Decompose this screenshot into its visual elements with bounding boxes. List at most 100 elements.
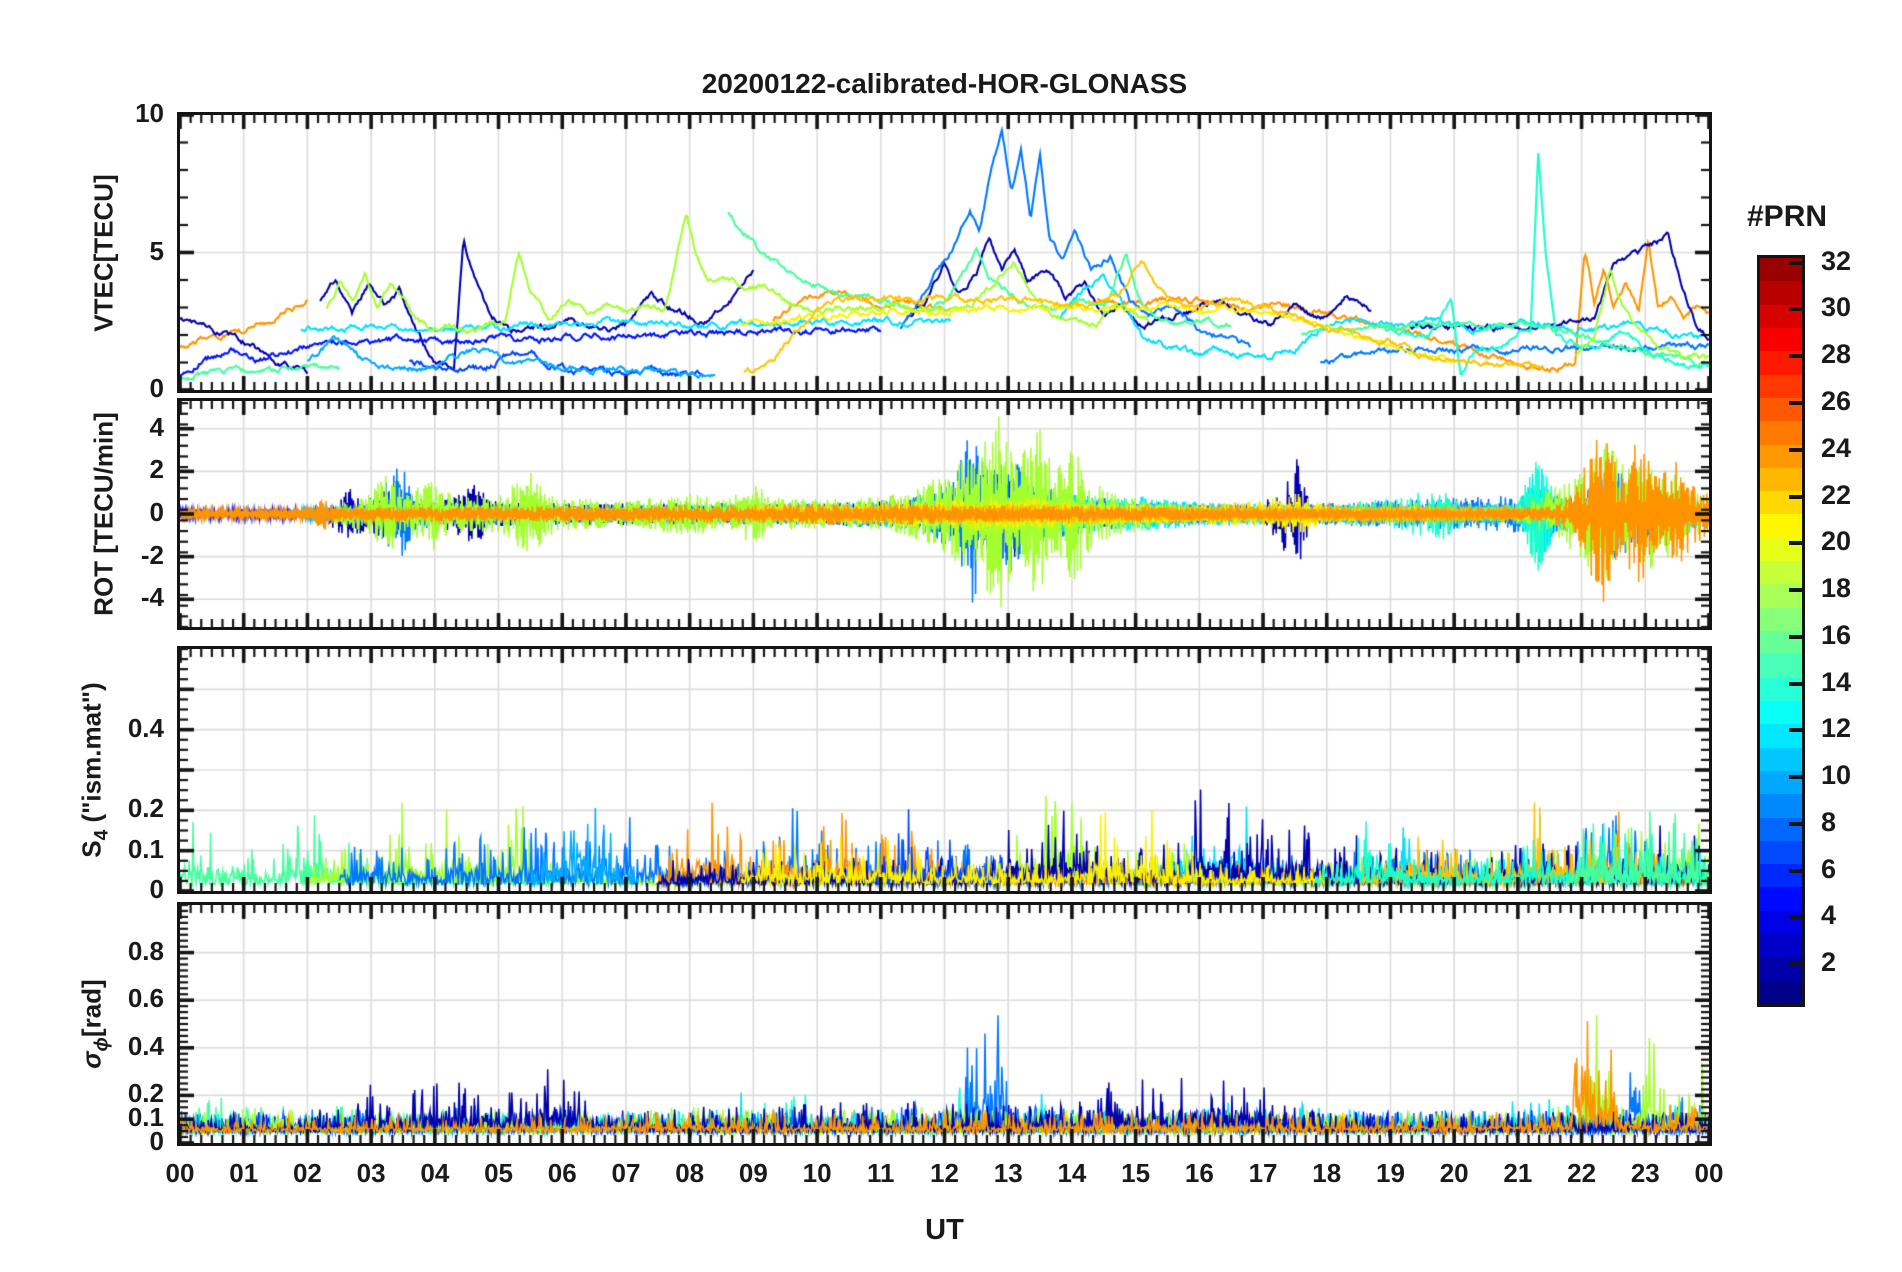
colorbar-step: [1760, 421, 1802, 445]
colorbar-step: [1760, 957, 1802, 981]
x-tick-label: 10: [802, 1158, 832, 1188]
colorbar-tick-label: 22: [1821, 479, 1852, 510]
y-tick-label: 10: [135, 98, 164, 128]
colorbar-tick-label: 28: [1821, 339, 1852, 370]
colorbar-step: [1760, 700, 1802, 725]
x-tick-label: 07: [611, 1158, 641, 1188]
y-axis-label-part: S: [76, 840, 107, 858]
y-tick-label: 5: [149, 235, 164, 266]
x-tick-label: 19: [1375, 1158, 1405, 1188]
y-axis-label-part: [rad]: [76, 979, 107, 1038]
colorbar-step: [1760, 467, 1802, 492]
colorbar-tick-label: 32: [1821, 245, 1852, 276]
vtec-panel: [177, 112, 1712, 393]
y-axis-label: VTEC[TECU]: [89, 174, 120, 331]
colorbar-tick: [1789, 494, 1802, 499]
x-tick-label: 17: [1248, 1158, 1278, 1188]
x-tick-label: 05: [484, 1158, 513, 1188]
colorbar-tick-label: 2: [1821, 947, 1837, 978]
colorbar-tick: [1789, 728, 1802, 733]
x-tick-label: 08: [675, 1158, 705, 1188]
colorbar-tick: [1789, 681, 1802, 686]
y-tick-label: 0.6: [127, 983, 164, 1014]
x-tick-label: 03: [356, 1158, 386, 1188]
y-axis-label-part: σ: [76, 1051, 107, 1069]
y-axis-label: σϕ[rad]: [77, 979, 114, 1068]
x-tick-label: 02: [292, 1158, 322, 1188]
colorbar-tick: [1789, 400, 1802, 405]
colorbar-tick-label: 14: [1821, 666, 1852, 697]
colorbar-tick: [1789, 260, 1802, 265]
colorbar-tick-label: 8: [1821, 806, 1837, 837]
y-tick-label: 0: [149, 497, 164, 527]
colorbar-tick: [1789, 447, 1802, 452]
y-axis-label-part: ϕ: [91, 1037, 113, 1052]
colorbar-step: [1760, 747, 1802, 771]
y-axis-label-part: ROT [TECU/min]: [88, 412, 119, 616]
colorbar-tick-label: 24: [1821, 432, 1852, 463]
colorbar-tick: [1789, 821, 1802, 826]
y-tick-label: 0.8: [127, 935, 164, 966]
sigma-phi-plot-canvas: [180, 905, 1709, 1143]
colorbar-step: [1760, 910, 1802, 935]
x-tick-label: 11: [867, 1158, 895, 1188]
colorbar-tick: [1789, 962, 1802, 967]
colorbar-tick: [1789, 634, 1802, 639]
colorbar-tick-label: 4: [1821, 900, 1837, 931]
x-tick-label: 22: [1567, 1158, 1597, 1188]
y-tick-label: 0.1: [127, 1102, 164, 1133]
y-tick-label: 2: [149, 454, 164, 485]
colorbar-step: [1760, 607, 1802, 631]
colorbar-tick-label: 30: [1821, 292, 1852, 323]
colorbar: [1757, 255, 1805, 1007]
y-tick-label: 0.2: [127, 1078, 164, 1109]
colorbar-step: [1760, 654, 1802, 678]
x-tick-label: 06: [547, 1158, 577, 1188]
colorbar-tick-label: 12: [1821, 713, 1852, 744]
x-tick-label: 04: [420, 1158, 450, 1188]
s4-panel: [177, 646, 1712, 894]
colorbar-step: [1760, 840, 1802, 865]
x-tick-label: 09: [738, 1158, 768, 1188]
x-tick-label: 23: [1630, 1158, 1660, 1188]
x-tick-label: 21: [1503, 1158, 1533, 1188]
colorbar-tick-label: 6: [1821, 853, 1837, 884]
rot-panel: [177, 398, 1712, 630]
colorbar-step: [1760, 327, 1802, 352]
sigma-phi-panel: [177, 902, 1712, 1146]
x-tick-label: 00: [165, 1158, 195, 1188]
colorbar-tick: [1789, 307, 1802, 312]
colorbar-tick-label: 26: [1821, 385, 1852, 416]
y-tick-label: 0.4: [127, 712, 164, 743]
x-tick-label: 18: [1312, 1158, 1342, 1188]
colorbar-tick: [1789, 868, 1802, 873]
chart-title: 20200122-calibrated-HOR-GLONASS: [701, 68, 1188, 99]
y-tick-label: 4: [149, 411, 164, 442]
rot-plot-canvas: [180, 401, 1709, 627]
colorbar-title: #PRN: [1747, 200, 1828, 233]
y-axis-label-part: ("ism.mat"): [76, 682, 107, 830]
colorbar-tick: [1789, 541, 1802, 546]
colorbar-step: [1760, 934, 1802, 958]
y-tick-label: 0.2: [127, 793, 164, 824]
x-tick-label: 01: [229, 1158, 259, 1188]
colorbar-tick: [1789, 915, 1802, 920]
x-tick-label: 20: [1439, 1158, 1469, 1188]
s4-plot-canvas: [180, 649, 1709, 891]
x-axis-label: UT: [925, 1214, 964, 1246]
y-axis-label-part: 4: [91, 829, 113, 841]
colorbar-step: [1760, 887, 1802, 911]
y-axis-label: ROT [TECU/min]: [89, 412, 120, 616]
y-tick-label: 0.1: [127, 833, 164, 864]
y-tick-label: 0: [149, 373, 164, 403]
colorbar-step: [1760, 561, 1802, 585]
colorbar-step: [1760, 864, 1802, 888]
y-tick-label: -4: [140, 582, 164, 613]
colorbar-tick-label: 18: [1821, 573, 1852, 604]
figure: 20200122-calibrated-HOR-GLONASS UT #PRN …: [0, 0, 1902, 1272]
colorbar-tick-label: 10: [1821, 760, 1852, 791]
colorbar-step: [1760, 514, 1802, 538]
colorbar-step: [1760, 374, 1802, 398]
y-axis-label: S4 ("ism.mat"): [77, 682, 114, 857]
y-tick-label: 0.4: [127, 1030, 164, 1061]
